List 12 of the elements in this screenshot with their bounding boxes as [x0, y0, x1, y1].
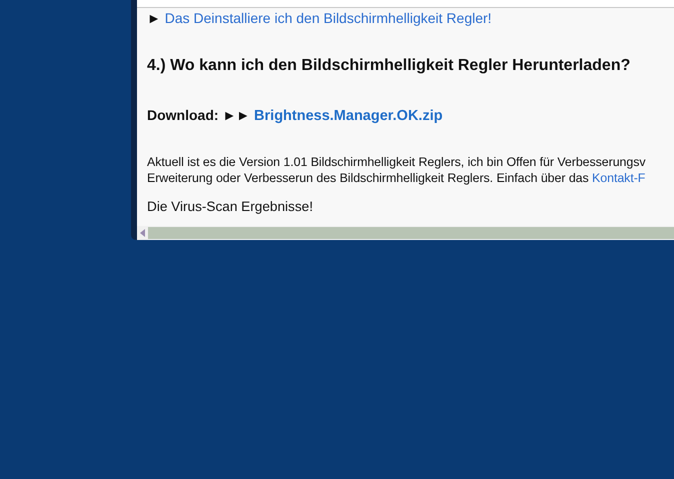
version-paragraph: Aktuell ist es die Version 1.01 Bildschirmhelligkeit Reglers, ich bin Offen für Verbesserungsv Erweiterung oder Verbesserun des Bildschirmhelligkeit Reglers. Einfach über das Kontakt-F [147, 154, 647, 186]
download-label: Download: [147, 107, 219, 124]
scroll-left-icon[interactable] [140, 229, 145, 237]
section-heading: 4.) Wo kann ich den Bildschirmhelligkeit Regler Herunterladen? [147, 56, 632, 76]
virus-scan-text: Die Virus-Scan Ergebnisse! [147, 199, 314, 216]
arrow-marker: ► [147, 10, 161, 26]
contact-link[interactable]: Kontakt-F [592, 171, 646, 186]
download-link[interactable]: Brightness.Manager.OK.zip [254, 108, 443, 124]
uninstall-link[interactable]: Das Deinstalliere ich den Bildschirmhelligkeit Regler! [164, 10, 492, 26]
horizontal-scrollbar[interactable] [137, 226, 674, 240]
arrow-marker: ►► [222, 107, 250, 124]
scrollbar-thumb[interactable] [148, 227, 674, 239]
